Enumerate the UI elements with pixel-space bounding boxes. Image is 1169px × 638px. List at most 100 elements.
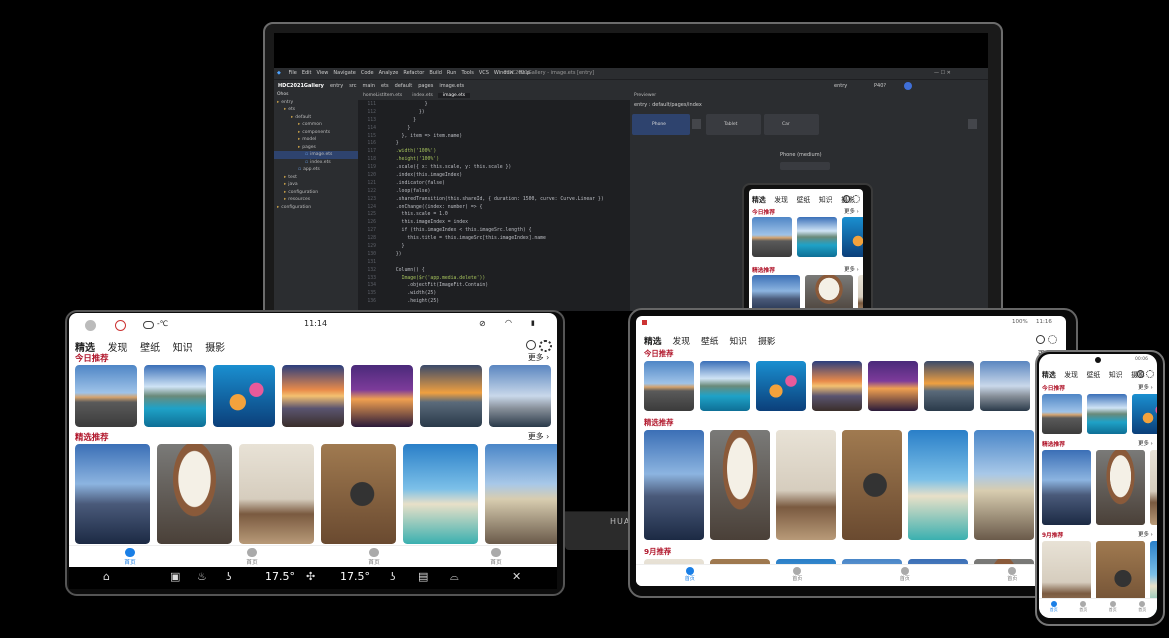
nav-item-home[interactable]: 首页 (1069, 601, 1099, 613)
nav-item-home[interactable]: 首页 (636, 567, 744, 582)
menu-item-build[interactable]: Build (429, 70, 442, 76)
search-icon[interactable] (1136, 370, 1145, 378)
menu-item-run[interactable]: Run (447, 70, 457, 76)
featured-photo[interactable] (805, 275, 853, 311)
right-temp-setting[interactable]: 17.5° (340, 570, 370, 583)
menu-item-vcs[interactable]: VCS (479, 70, 489, 76)
featured-photo[interactable] (75, 444, 150, 544)
tree-item[interactable]: ▸ ets (274, 106, 358, 114)
rear-defrost-icon[interactable]: ▤ (418, 570, 428, 583)
today-photo[interactable] (420, 365, 482, 427)
home-icon[interactable]: ⌂ (103, 570, 110, 583)
today-photo[interactable] (752, 217, 792, 257)
more-link[interactable]: 更多 › (844, 265, 859, 273)
code-area[interactable]: 111 } 112 }) 113 } 114 } 115 }, item => item… (358, 101, 630, 311)
run-button[interactable] (904, 82, 912, 90)
more-link[interactable]: 更多 › (528, 352, 549, 363)
more-link[interactable]: 更多 › (1138, 530, 1153, 538)
today-photo[interactable] (842, 217, 863, 257)
today-photo[interactable] (700, 361, 750, 411)
tab-discover[interactable]: 发现 (1064, 371, 1078, 379)
more-link[interactable]: 更多 › (1138, 383, 1153, 391)
tree-item[interactable]: ▸ configuration (274, 189, 358, 197)
today-photo[interactable] (797, 217, 837, 257)
menu-item-file[interactable]: File (288, 70, 296, 76)
next-arrow-icon[interactable] (968, 119, 977, 129)
tab-wallpaper[interactable]: 壁纸 (140, 343, 160, 354)
tree-item[interactable]: ▸ common (274, 121, 358, 129)
preview-controls[interactable] (780, 162, 830, 170)
tree-item[interactable]: ▸ configuration (274, 204, 358, 212)
settings-icon[interactable] (1146, 370, 1154, 378)
nav-item-home[interactable]: 首页 (1039, 601, 1069, 613)
settings-icon[interactable] (539, 340, 552, 353)
menu-item-view[interactable]: View (317, 70, 329, 76)
featured-photo[interactable] (239, 444, 314, 544)
nav-item-home[interactable]: 首页 (435, 548, 557, 566)
featured-photo[interactable] (908, 430, 968, 540)
device-card-phone[interactable]: Phone (632, 114, 690, 135)
tab-knowledge[interactable]: 知识 (730, 337, 747, 347)
today-photo[interactable] (351, 365, 413, 427)
nav-item-home[interactable]: 首页 (1098, 601, 1128, 613)
featured-photo[interactable] (403, 444, 478, 544)
tab-wallpaper[interactable]: 壁纸 (701, 337, 718, 347)
more-link[interactable]: 更多 › (844, 207, 859, 215)
featured-photo[interactable] (157, 444, 232, 544)
today-photo[interactable] (282, 365, 344, 427)
featured-photo[interactable] (974, 430, 1034, 540)
tree-item[interactable]: ▸ pages (274, 144, 358, 152)
editor-tab[interactable]: homeListItem.ets (358, 93, 407, 98)
tab-wallpaper[interactable]: 壁纸 (797, 196, 811, 204)
featured-photo[interactable] (752, 275, 800, 311)
tree-item[interactable]: ▸ resources (274, 196, 358, 204)
tab-knowledge[interactable]: 知识 (1109, 371, 1123, 379)
tab-discover[interactable]: 发现 (108, 343, 128, 354)
prev-arrow-icon[interactable] (692, 119, 701, 129)
breadcrumb-item[interactable]: entry (330, 83, 343, 89)
breadcrumb[interactable]: HDC2021Gallery entry src main ets default page… (274, 83, 466, 89)
tree-item[interactable]: ▸ test (274, 174, 358, 182)
more-link[interactable]: 更多 › (528, 431, 549, 442)
nav-item-home[interactable]: 首页 (191, 548, 313, 566)
settings-icon[interactable] (852, 195, 860, 203)
tree-item[interactable]: ▸ components (274, 129, 358, 137)
window-controls[interactable]: — ☐ ✕ (934, 68, 951, 79)
tab-featured[interactable]: 精选 (1042, 371, 1056, 379)
tree-item[interactable]: ▫ index.ets (274, 159, 358, 167)
today-photo[interactable] (213, 365, 275, 427)
featured-photo[interactable] (842, 430, 902, 540)
breadcrumb-item[interactable]: src (349, 83, 356, 89)
tab-photo[interactable]: 摄影 (758, 337, 775, 347)
seat-heat-icon[interactable]: ♨ (197, 570, 207, 583)
featured-photo[interactable] (321, 444, 396, 544)
editor-tab[interactable]: index.ets (407, 93, 438, 98)
nav-item-home[interactable]: 首页 (1128, 601, 1158, 613)
menu-item-tools[interactable]: Tools (461, 70, 473, 76)
settings-icon[interactable] (1047, 335, 1058, 345)
tree-item[interactable]: ▫ app.ets (274, 166, 358, 174)
today-photo[interactable] (144, 365, 206, 427)
today-photo[interactable] (644, 361, 694, 411)
today-photo[interactable] (1042, 394, 1082, 434)
fan-icon[interactable]: ✣ (306, 570, 315, 583)
featured-photo[interactable] (710, 430, 770, 540)
today-photo[interactable] (489, 365, 551, 427)
nav-item-home[interactable]: 首页 (313, 548, 435, 566)
code-editor[interactable]: homeListItem.ets index.ets image.ets 111 }… (358, 91, 630, 311)
breadcrumb-item[interactable]: default (395, 83, 413, 89)
breadcrumb-item[interactable]: image.ets (439, 83, 464, 89)
tab-discover[interactable]: 发现 (673, 337, 690, 347)
tree-item[interactable]: ▸ model (274, 136, 358, 144)
menu-item-analyze[interactable]: Analyze (379, 70, 399, 76)
tab-knowledge[interactable]: 知识 (173, 343, 193, 354)
today-photo[interactable] (1132, 394, 1157, 434)
tree-item[interactable]: ▫ image.ets (274, 151, 358, 159)
search-icon[interactable] (525, 340, 537, 351)
tree-item[interactable]: ▸ entry (274, 99, 358, 107)
menu-item-navigate[interactable]: Navigate (333, 70, 355, 76)
left-temp-setting[interactable]: 17.5° (265, 570, 295, 583)
tree-item[interactable]: ▸ java (274, 181, 358, 189)
today-photo[interactable] (924, 361, 974, 411)
avatar-icon[interactable] (85, 320, 96, 331)
